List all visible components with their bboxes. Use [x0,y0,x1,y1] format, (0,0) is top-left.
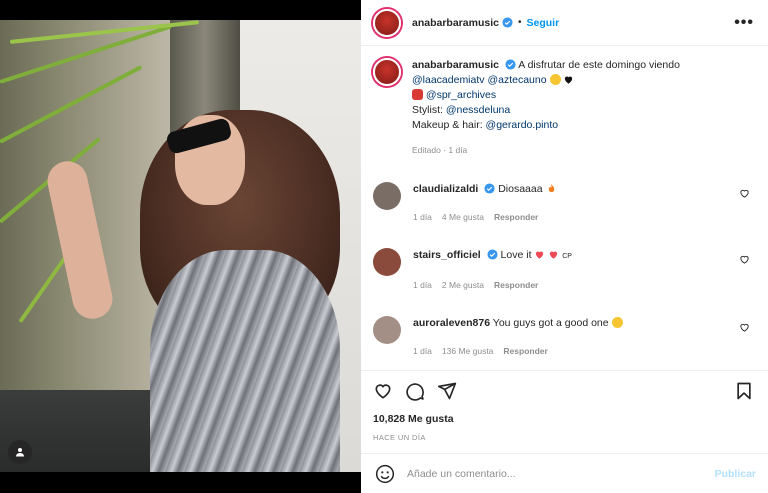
verified-icon [487,249,498,260]
like-icon[interactable] [373,381,393,401]
author-avatar[interactable] [373,8,401,37]
comment-text: Diosaaaa [498,183,543,195]
comment-item: stairs_officiel Love it CP 1 día 2 Me gu… [373,248,754,292]
mention-link[interactable]: @spr_archives [426,89,496,101]
commenter-avatar[interactable] [373,316,401,344]
fire-emoji-icon [548,183,554,193]
red-heart-icon [536,251,544,259]
more-options-icon[interactable]: ••• [734,14,754,32]
commenter-username[interactable]: claudializaldi [413,183,478,195]
reply-button[interactable]: Responder [494,278,538,292]
sunglasses-emoji-icon [549,74,561,85]
likes-count[interactable]: 10,828 Me gusta [373,413,754,425]
heart-icon[interactable] [739,254,750,265]
commenter-avatar[interactable] [373,248,401,276]
dress-emoji-icon [412,89,423,100]
emoji-picker-icon[interactable] [375,464,395,484]
comment-suffix: CP [562,253,572,260]
mention-link[interactable]: @aztecauno [487,74,546,86]
mention-link[interactable]: @laacademiatv [412,74,485,86]
makeup-label: Makeup & hair: [412,119,483,131]
caption-avatar[interactable] [373,58,401,86]
caption-username[interactable]: anabarbaramusic [412,59,499,71]
photo-image [0,20,361,472]
tagged-users-icon[interactable] [8,440,32,464]
post-photo[interactable] [0,0,361,493]
black-heart-icon [565,76,573,84]
post-side-panel: anabarbaramusic • Seguir ••• anabarbaram… [361,0,768,493]
stylist-label: Stylist: [412,104,443,116]
comment-likes[interactable]: 2 Me gusta [442,278,484,292]
post-header: anabarbaramusic • Seguir ••• [361,0,768,46]
caption-meta: Editado · 1 día [412,145,468,155]
post-timestamp[interactable]: HACE UN DÍA [373,433,754,442]
heart-icon[interactable] [739,322,750,333]
verified-icon [502,17,513,28]
comments-section[interactable]: anabarbaramusic A disfrutar de este domi… [361,46,768,370]
mention-link[interactable]: @gerardo.pinto [486,119,559,131]
heart-icon[interactable] [739,188,750,199]
grimacing-emoji-icon [611,317,623,328]
comment-icon[interactable] [405,381,425,401]
comment-item: auroraleven876 You guys got a good one 1… [373,316,754,358]
mention-link[interactable]: @nessdeluna [446,104,510,116]
comment-text: Love it [500,249,532,261]
commenter-avatar[interactable] [373,182,401,210]
caption: anabarbaramusic A disfrutar de este domi… [373,58,754,158]
commenter-username[interactable]: auroraleven876 [413,317,490,329]
commenter-username[interactable]: stairs_officiel [413,249,481,261]
comment-text: You guys got a good one [492,317,609,329]
add-comment-bar: Publicar [361,453,768,493]
comment-time: 1 día [413,346,432,356]
comment-time: 1 día [413,212,432,222]
comment-time: 1 día [413,280,432,290]
follow-button[interactable]: Seguir [526,17,559,29]
save-bookmark-icon[interactable] [734,381,754,401]
instagram-post: anabarbaramusic • Seguir ••• anabarbaram… [0,0,768,493]
comment-likes[interactable]: 4 Me gusta [442,210,484,224]
header-separator: • [517,17,522,28]
share-icon[interactable] [437,381,457,401]
comment-item: claudializaldi Diosaaaa 1 día 4 Me gusta… [373,182,754,224]
post-actions: 10,828 Me gusta HACE UN DÍA [361,370,768,453]
caption-text: A disfrutar de este domingo viendo [518,59,680,71]
verified-icon [505,59,516,70]
verified-icon [484,183,495,194]
comment-likes[interactable]: 136 Me gusta [442,344,494,358]
publish-button[interactable]: Publicar [715,468,756,480]
red-heart-icon [550,251,558,259]
author-username[interactable]: anabarbaramusic [412,17,499,29]
reply-button[interactable]: Responder [494,210,538,224]
reply-button[interactable]: Responder [503,344,547,358]
comment-input[interactable] [407,467,715,480]
